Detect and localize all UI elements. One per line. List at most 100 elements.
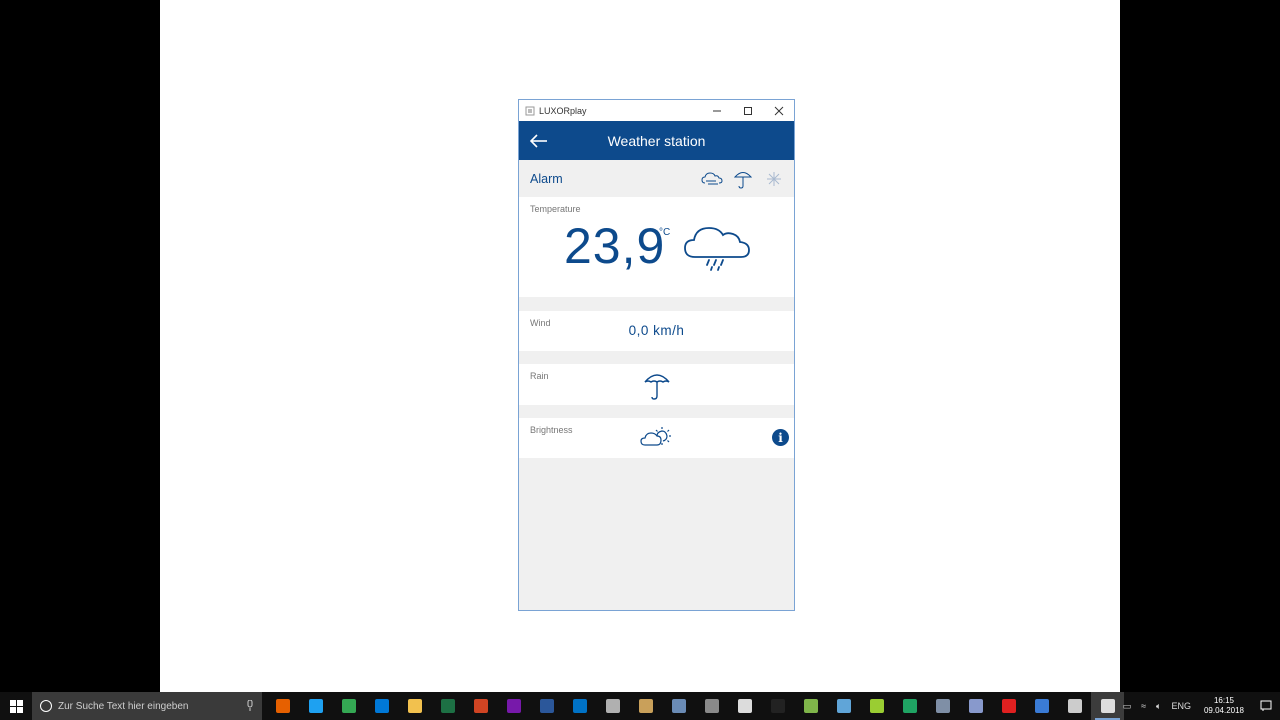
clock[interactable]: 16:15 09.04.2018 bbox=[1204, 696, 1244, 716]
draw-icon bbox=[1067, 699, 1082, 713]
onenote-icon bbox=[506, 699, 521, 713]
paint-icon bbox=[605, 699, 620, 713]
maximize-icon bbox=[743, 106, 752, 115]
sheets-icon bbox=[902, 699, 917, 713]
taskbar-app-record[interactable] bbox=[992, 692, 1025, 720]
language-indicator[interactable]: ENG bbox=[1171, 701, 1191, 711]
excel-icon bbox=[440, 699, 455, 713]
keepass-icon bbox=[671, 699, 686, 713]
app-window: LUXORplay Weather station Alarm Temperat… bbox=[518, 99, 795, 611]
notepad-green-icon bbox=[803, 699, 818, 713]
temperature-label: Temperature bbox=[530, 204, 581, 214]
taskbar-app-excel[interactable] bbox=[431, 692, 464, 720]
partly-sunny-icon bbox=[640, 427, 671, 446]
page-title: Weather station bbox=[607, 132, 706, 149]
notification-icon bbox=[1260, 700, 1272, 711]
taskbar-search[interactable]: Zur Suche Text hier eingeben bbox=[32, 692, 262, 720]
brightness-label: Brightness bbox=[530, 425, 573, 435]
chevron-up-icon[interactable]: ⌃ bbox=[1105, 701, 1113, 712]
terminal-icon bbox=[770, 699, 785, 713]
taskbar-app-paint[interactable] bbox=[596, 692, 629, 720]
monitor-icon bbox=[1034, 699, 1049, 713]
taskbar-app-media[interactable] bbox=[629, 692, 662, 720]
outlook-icon bbox=[572, 699, 587, 713]
record-icon bbox=[1001, 699, 1016, 713]
rain-label: Rain bbox=[530, 371, 549, 381]
wind-value: 0,0 km/h bbox=[628, 323, 685, 338]
wind-card: Wind 0,0 km/h bbox=[519, 311, 794, 351]
temperature-card: Temperature 23,9 °C bbox=[519, 197, 794, 297]
brightness-card: Brightness i bbox=[519, 418, 794, 458]
rain-card: Rain bbox=[519, 364, 794, 405]
clock-date: 09.04.2018 bbox=[1203, 706, 1244, 715]
taskbar: Zur Suche Text hier eingeben ⌃ ▭ ≈ 🔈︎ EN… bbox=[0, 692, 1280, 720]
back-button[interactable] bbox=[529, 131, 549, 151]
notification-button[interactable] bbox=[1252, 700, 1280, 712]
taskbar-app-draw[interactable] bbox=[1058, 692, 1091, 720]
taskbar-app-onenote[interactable] bbox=[497, 692, 530, 720]
rain-alarm-icon[interactable] bbox=[732, 168, 754, 190]
taskbar-app-chrome[interactable] bbox=[332, 692, 365, 720]
taskbar-app-explorer[interactable] bbox=[398, 692, 431, 720]
printer-icon bbox=[968, 699, 983, 713]
taskbar-app-powerpoint[interactable] bbox=[464, 692, 497, 720]
screen-border-right bbox=[1120, 0, 1280, 692]
minimize-icon bbox=[712, 110, 721, 111]
maximize-button[interactable] bbox=[732, 100, 763, 121]
taskbar-app-outlook[interactable] bbox=[563, 692, 596, 720]
firefox-icon bbox=[275, 699, 290, 713]
app-header: Weather station bbox=[519, 121, 794, 160]
network-icon bbox=[935, 699, 950, 713]
temperature-unit: °C bbox=[659, 227, 671, 238]
back-arrow-icon bbox=[530, 134, 547, 148]
microphone-icon[interactable] bbox=[246, 700, 254, 712]
frost-alarm-icon[interactable] bbox=[763, 168, 785, 190]
taskbar-app-notepad-plus[interactable] bbox=[860, 692, 893, 720]
close-icon bbox=[774, 106, 783, 115]
ie-icon bbox=[308, 699, 323, 713]
search-placeholder: Zur Suche Text hier eingeben bbox=[58, 700, 189, 712]
alarm-row: Alarm bbox=[519, 160, 794, 197]
window-titlebar[interactable]: LUXORplay bbox=[519, 100, 794, 121]
taskbar-app-ie[interactable] bbox=[299, 692, 332, 720]
umbrella-icon bbox=[644, 374, 670, 400]
windows-logo-icon bbox=[9, 699, 23, 713]
taskbar-app-terminal[interactable] bbox=[761, 692, 794, 720]
clock-time: 16:15 bbox=[1213, 696, 1234, 705]
minimize-button[interactable] bbox=[701, 100, 732, 121]
info-button[interactable]: i bbox=[772, 429, 789, 446]
taskbar-app-edge[interactable] bbox=[365, 692, 398, 720]
close-button[interactable] bbox=[763, 100, 794, 121]
home-icon bbox=[737, 699, 752, 713]
media-icon bbox=[638, 699, 653, 713]
rain-cloud-icon bbox=[684, 227, 750, 271]
explorer-icon bbox=[407, 699, 422, 713]
powerpoint-icon bbox=[473, 699, 488, 713]
snowflake-app-icon bbox=[836, 699, 851, 713]
screen-border-left bbox=[0, 0, 160, 692]
taskbar-app-sheets[interactable] bbox=[893, 692, 926, 720]
wifi-icon[interactable]: ≈ bbox=[1141, 701, 1146, 711]
taskbar-app-word[interactable] bbox=[530, 692, 563, 720]
taskbar-app-firefox[interactable] bbox=[266, 692, 299, 720]
system-tray: ⌃ ▭ ≈ 🔈︎ ENG 16:15 09.04.2018 bbox=[1100, 692, 1280, 720]
taskbar-app-network[interactable] bbox=[926, 692, 959, 720]
taskbar-app-keepass[interactable] bbox=[662, 692, 695, 720]
word-icon bbox=[539, 699, 554, 713]
edge-icon bbox=[374, 699, 389, 713]
alarm-label: Alarm bbox=[530, 171, 563, 186]
app-icon bbox=[525, 106, 535, 115]
taskbar-app-home[interactable] bbox=[728, 692, 761, 720]
taskbar-app-calculator[interactable] bbox=[695, 692, 728, 720]
battery-icon[interactable]: ▭ bbox=[1123, 701, 1132, 712]
start-button[interactable] bbox=[0, 692, 32, 720]
cortana-icon bbox=[40, 700, 52, 712]
taskbar-app-snowflake-app[interactable] bbox=[827, 692, 860, 720]
volume-icon[interactable]: 🔈︎ bbox=[1156, 701, 1161, 712]
wind-alarm-icon[interactable] bbox=[701, 168, 723, 190]
taskbar-app-printer[interactable] bbox=[959, 692, 992, 720]
calculator-icon bbox=[704, 699, 719, 713]
taskbar-app-notepad-green[interactable] bbox=[794, 692, 827, 720]
temperature-value: 23,9 bbox=[564, 218, 666, 274]
taskbar-app-monitor[interactable] bbox=[1025, 692, 1058, 720]
